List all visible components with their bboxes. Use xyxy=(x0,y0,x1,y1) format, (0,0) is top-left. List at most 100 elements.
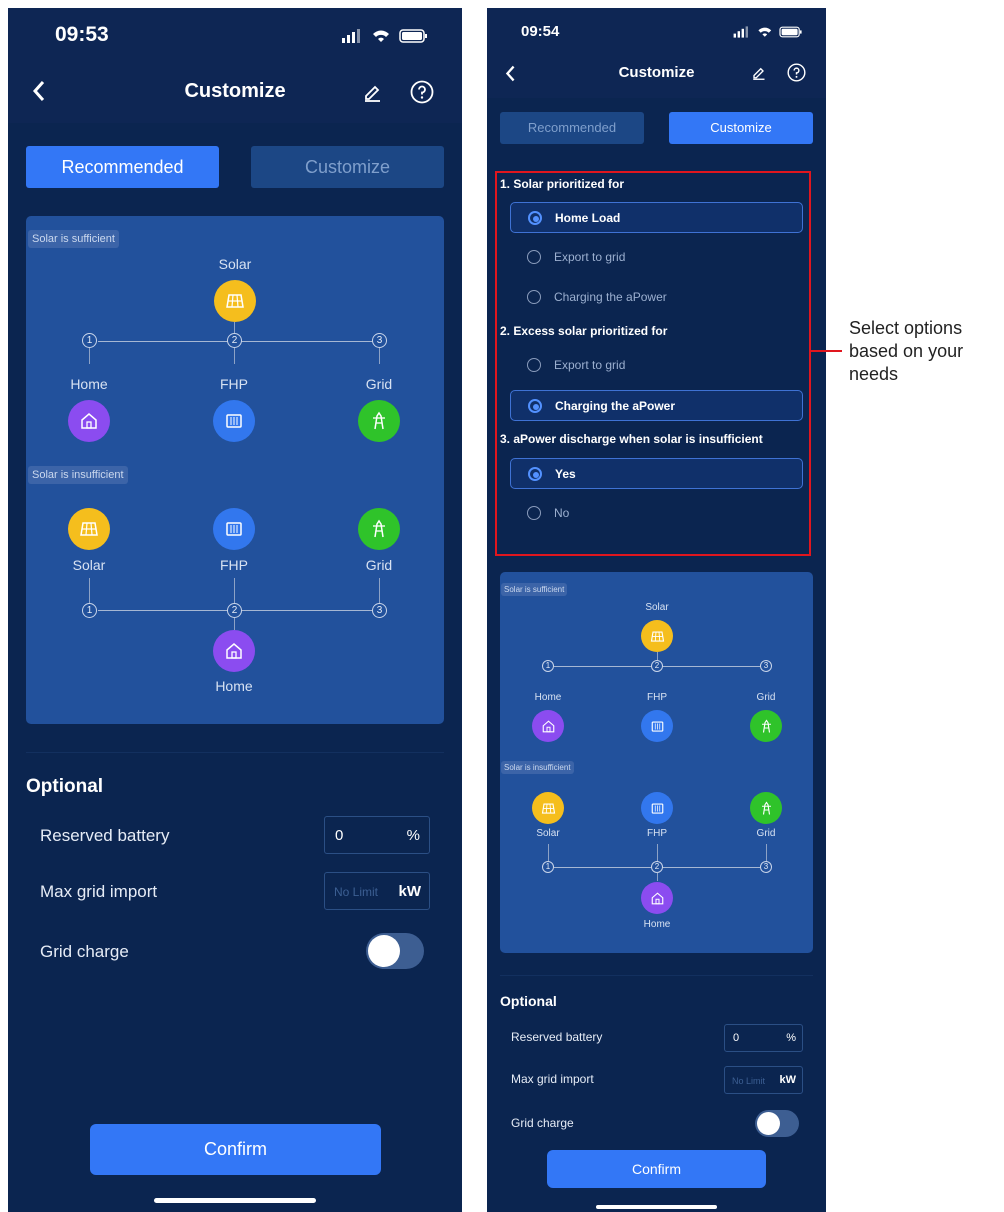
max-grid-import-label: Max grid import xyxy=(511,1072,594,1086)
optional-heading: Optional xyxy=(500,993,557,1009)
solar-panel-icon xyxy=(541,802,555,814)
home-node xyxy=(641,882,673,914)
node-number-2: 2 xyxy=(227,603,242,618)
fhp-node xyxy=(641,710,673,742)
node-number-3: 3 xyxy=(760,861,772,873)
node-number-2: 2 xyxy=(651,861,663,873)
annotation-line: Select options xyxy=(849,318,963,338)
edit-icon[interactable] xyxy=(751,65,766,85)
reserved-battery-label: Reserved battery xyxy=(40,826,170,845)
fhp-node xyxy=(213,508,255,550)
energy-flow-diagram: Solar is sufficient Solar 1 2 3 Home FHP… xyxy=(500,572,813,953)
home-node xyxy=(68,400,110,442)
grid-charge-toggle[interactable] xyxy=(366,933,424,969)
battery-unit-icon xyxy=(651,802,663,814)
tab-customize[interactable]: Customize xyxy=(251,146,444,188)
reserved-battery-label: Reserved battery xyxy=(511,1030,603,1044)
tab-recommended[interactable]: Recommended xyxy=(26,146,219,188)
fhp-node xyxy=(641,792,673,824)
battery-unit-icon xyxy=(226,414,242,428)
toggle-knob xyxy=(757,1112,780,1135)
grid-node xyxy=(750,710,782,742)
max-grid-import-placeholder: No Limit xyxy=(334,885,379,899)
home-node xyxy=(213,630,255,672)
fhp-node xyxy=(213,400,255,442)
solar-node xyxy=(214,280,256,322)
grid-node xyxy=(358,508,400,550)
reserved-battery-value: 0 xyxy=(733,1032,740,1044)
max-grid-import-input[interactable]: No Limit kW xyxy=(324,872,430,910)
house-icon xyxy=(651,892,663,904)
home-label: Home xyxy=(643,919,671,930)
confirm-button[interactable]: Confirm xyxy=(90,1124,381,1175)
status-time: 09:53 xyxy=(55,23,109,46)
kw-unit: kW xyxy=(398,883,422,900)
tab-recommended[interactable]: Recommended xyxy=(500,112,644,144)
node-number-1: 1 xyxy=(82,333,97,348)
grid-node xyxy=(358,400,400,442)
solar-node xyxy=(532,792,564,824)
node-number-1: 1 xyxy=(542,660,554,672)
connector xyxy=(379,578,380,604)
solar-panel-icon xyxy=(80,522,98,536)
fhp-label: FHP xyxy=(647,692,667,703)
home-label: Home xyxy=(70,376,108,392)
power-tower-icon xyxy=(761,800,771,815)
help-icon[interactable] xyxy=(410,80,434,109)
help-icon[interactable] xyxy=(787,63,806,87)
reserved-battery-value: 0 xyxy=(335,827,344,844)
connector xyxy=(548,844,549,862)
optional-heading: Optional xyxy=(26,776,104,797)
connector xyxy=(89,348,90,364)
status-time: 09:54 xyxy=(521,23,560,40)
insufficient-chip: Solar is insufficient xyxy=(501,761,574,774)
signal-wifi-battery-icon xyxy=(342,29,427,43)
node-number-2: 2 xyxy=(651,660,663,672)
reserved-battery-input[interactable]: 0 % xyxy=(324,816,430,854)
header-area xyxy=(487,8,826,98)
connector xyxy=(234,348,235,364)
kw-unit: kW xyxy=(779,1074,797,1086)
annotation-line: needs xyxy=(849,364,899,384)
connector xyxy=(657,844,658,862)
sufficient-chip: Solar is sufficient xyxy=(28,230,119,248)
edit-icon[interactable] xyxy=(362,82,382,107)
annotation-connector xyxy=(811,350,842,352)
grid-node xyxy=(750,792,782,824)
connector xyxy=(766,844,767,862)
battery-unit-icon xyxy=(651,720,663,732)
annotation-line: based on your xyxy=(849,341,964,361)
power-tower-icon xyxy=(373,411,385,430)
home-label: Home xyxy=(215,678,253,694)
home-indicator xyxy=(154,1198,316,1203)
connector xyxy=(657,873,658,881)
home-indicator xyxy=(596,1205,717,1209)
max-grid-import-label: Max grid import xyxy=(40,882,158,901)
status-icons xyxy=(340,26,430,51)
connector xyxy=(234,578,235,604)
home-label: Home xyxy=(534,692,562,703)
toggle-knob xyxy=(368,935,400,967)
grid-label: Grid xyxy=(365,557,393,573)
grid-charge-toggle[interactable] xyxy=(755,1110,799,1137)
page-title: Customize xyxy=(618,64,695,81)
highlight-box xyxy=(495,171,811,556)
max-grid-import-input[interactable]: No Limit kW xyxy=(724,1066,803,1094)
tab-customize[interactable]: Customize xyxy=(669,112,813,144)
grid-charge-label: Grid charge xyxy=(511,1116,574,1130)
confirm-button[interactable]: Confirm xyxy=(547,1150,766,1188)
house-icon xyxy=(226,643,242,659)
reserved-battery-input[interactable]: 0 % xyxy=(724,1024,803,1052)
solar-panel-icon xyxy=(226,294,244,308)
grid-charge-label: Grid charge xyxy=(40,942,129,961)
node-number-3: 3 xyxy=(372,603,387,618)
percent-unit: % xyxy=(786,1032,796,1044)
home-node xyxy=(532,710,564,742)
house-icon xyxy=(542,720,554,732)
solar-node xyxy=(641,620,673,652)
node-number-2: 2 xyxy=(227,333,242,348)
fhp-label: FHP xyxy=(647,828,667,839)
left-phone-screen: 09:53 Customize Recommended Customize So… xyxy=(8,8,462,1212)
divider xyxy=(26,752,444,753)
solar-label: Solar xyxy=(72,557,106,573)
